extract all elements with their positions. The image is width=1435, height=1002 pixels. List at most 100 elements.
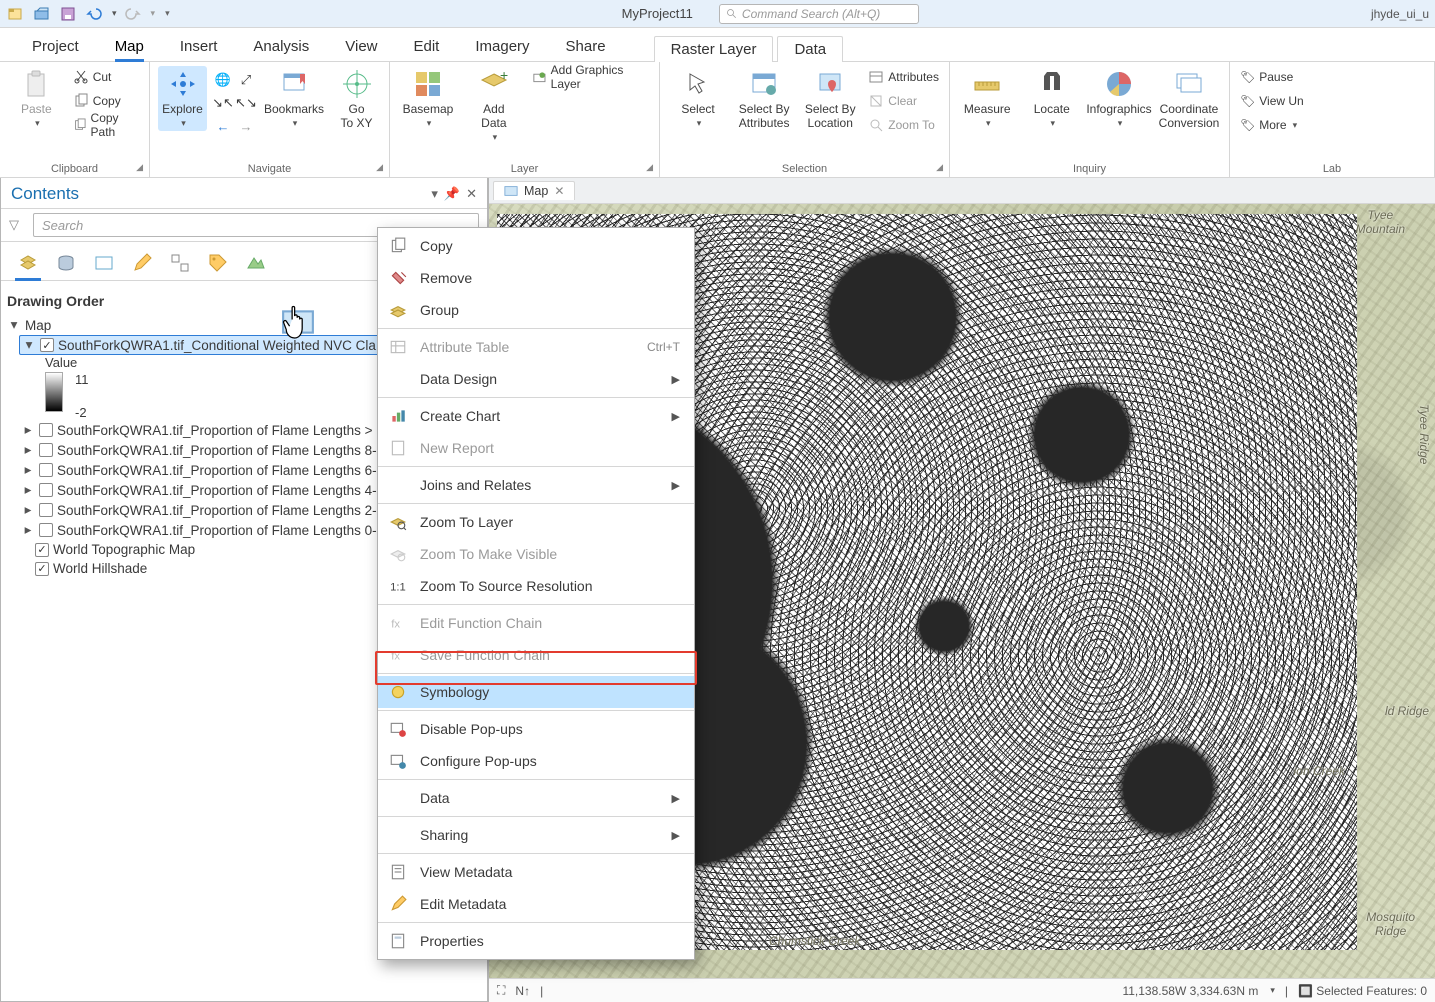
goto-xy-button[interactable]: Go To XY <box>332 66 381 132</box>
undo-dropdown[interactable]: ▾ <box>112 8 117 19</box>
tab-view[interactable]: View <box>327 32 395 61</box>
ctx-edit-metadata[interactable]: Edit Metadata <box>378 888 694 920</box>
list-editing-icon[interactable] <box>129 250 155 276</box>
copy-path-button[interactable]: Copy Path <box>71 114 141 136</box>
tab-project[interactable]: Project <box>14 32 97 61</box>
tab-insert[interactable]: Insert <box>162 32 236 61</box>
ctx-zoom-to-source-resolution[interactable]: 1:1Zoom To Source Resolution <box>378 570 694 602</box>
hand-cursor-icon <box>281 301 315 343</box>
ctx-zoom-to-make-visible: Zoom To Make Visible <box>378 538 694 570</box>
list-labeling-icon[interactable] <box>205 250 231 276</box>
ctx-sharing[interactable]: Sharing▶ <box>378 819 694 851</box>
layer-checkbox[interactable] <box>39 443 53 457</box>
list-drawing-order-icon[interactable] <box>15 250 41 276</box>
layer-checkbox[interactable] <box>40 338 54 352</box>
pin-icon[interactable]: 📌 <box>444 186 460 202</box>
command-search[interactable]: Command Search (Alt+Q) <box>719 4 919 24</box>
ctx-disable-pop-ups[interactable]: Disable Pop-ups <box>378 713 694 745</box>
layer-checkbox[interactable] <box>39 483 53 497</box>
tab-raster-layer[interactable]: Raster Layer <box>654 36 774 62</box>
locate-button[interactable]: Locate▾ <box>1023 66 1082 131</box>
tab-imagery[interactable]: Imagery <box>457 32 547 61</box>
zoom-out-icon[interactable]: ↖↘ <box>236 93 256 113</box>
view-unplaced-button[interactable]: 🏷 View Un <box>1238 90 1306 112</box>
ctx-joins-and-relates[interactable]: Joins and Relates▶ <box>378 469 694 501</box>
ctx-group[interactable]: Group <box>378 294 694 326</box>
select-by-attributes-button[interactable]: Select By Attributes <box>734 66 794 132</box>
ctx-remove[interactable]: Remove <box>378 262 694 294</box>
full-extent-icon[interactable]: 🌐 <box>213 70 233 90</box>
select-by-location-button[interactable]: Select By Location <box>800 66 860 132</box>
clear-button[interactable]: Clear <box>866 90 941 112</box>
layer-checkbox[interactable] <box>39 523 53 537</box>
label-ioncreek: ion Creek <box>1294 764 1345 778</box>
ctx-save-function-chain: fxSave Function Chain <box>378 639 694 671</box>
more-labeling-button[interactable]: 🏷 More▾ <box>1238 114 1306 136</box>
pause-labels-button[interactable]: 🏷 Pause <box>1238 66 1306 88</box>
user-label[interactable]: jhyde_ui_u <box>1371 7 1429 21</box>
tab-edit[interactable]: Edit <box>396 32 458 61</box>
measure-button[interactable]: Measure▾ <box>958 66 1017 131</box>
add-data-button[interactable]: + Add Data▾ <box>464 66 524 145</box>
zoom-to-button[interactable]: Zoom To <box>866 114 941 136</box>
zoom-in-icon[interactable]: ↘↖ <box>213 93 233 113</box>
list-selection-icon[interactable] <box>91 250 117 276</box>
redo-dropdown[interactable]: ▾ <box>151 8 156 19</box>
ctx-data-design[interactable]: Data Design▶ <box>378 363 694 395</box>
add-graphics-layer-button[interactable]: Add Graphics Layer <box>530 66 651 88</box>
label-tyee-mtn: Tyee Mountain <box>1356 208 1405 236</box>
open-project-icon[interactable] <box>32 4 52 24</box>
cut-button[interactable]: Cut <box>71 66 141 88</box>
close-pane-icon[interactable]: ✕ <box>466 186 477 202</box>
prev-extent-icon[interactable]: ← <box>213 116 233 136</box>
tab-share[interactable]: Share <box>548 32 624 61</box>
ctx-copy[interactable]: Copy <box>378 230 694 262</box>
layer-checkbox[interactable] <box>35 543 49 557</box>
select-button[interactable]: Select▾ <box>668 66 728 131</box>
close-map-tab-icon[interactable]: ✕ <box>554 184 564 198</box>
new-project-icon[interactable] <box>6 4 26 24</box>
layer-checkbox[interactable] <box>39 463 53 477</box>
infographics-button[interactable]: Infographics▾ <box>1087 66 1151 131</box>
tab-analysis[interactable]: Analysis <box>235 32 327 61</box>
map-tab[interactable]: Map ✕ <box>493 181 575 200</box>
constraint-icon[interactable]: ⛶ <box>497 983 505 998</box>
pane-options-icon[interactable]: ▾ <box>431 186 438 202</box>
command-search-placeholder: Command Search (Alt+Q) <box>742 7 880 21</box>
svg-text:+: + <box>500 68 508 83</box>
ctx-view-metadata[interactable]: View Metadata <box>378 856 694 888</box>
list-perspective-icon[interactable] <box>243 250 269 276</box>
save-icon[interactable] <box>58 4 78 24</box>
bookmarks-button[interactable]: Bookmarks▾ <box>262 66 326 131</box>
explore-button[interactable]: Explore▾ <box>158 66 207 131</box>
north-arrow-icon[interactable]: N↑ <box>515 984 530 998</box>
ctx-new-report: New Report <box>378 432 694 464</box>
undo-icon[interactable] <box>84 4 104 24</box>
layer-checkbox[interactable] <box>39 423 53 437</box>
qat-customize[interactable]: ▾ <box>165 8 170 19</box>
ctx-zoom-to-layer[interactable]: Zoom To Layer <box>378 506 694 538</box>
label-chumstick: Chumstick Creek <box>769 934 860 948</box>
ctx-data[interactable]: Data▶ <box>378 782 694 814</box>
list-data-source-icon[interactable] <box>53 250 79 276</box>
ctx-configure-pop-ups[interactable]: Configure Pop-ups <box>378 745 694 777</box>
paste-button[interactable]: Paste▾ <box>8 66 65 131</box>
basemap-button[interactable]: Basemap▾ <box>398 66 458 131</box>
copy-button[interactable]: Copy <box>71 90 141 112</box>
list-snapping-icon[interactable] <box>167 250 193 276</box>
tab-data[interactable]: Data <box>777 36 843 62</box>
color-ramp <box>45 372 63 412</box>
coord-conversion-button[interactable]: Coordinate Conversion <box>1157 66 1221 132</box>
redo-icon[interactable] <box>123 4 143 24</box>
layer-checkbox[interactable] <box>39 503 53 517</box>
ctx-properties[interactable]: Properties <box>378 925 694 957</box>
next-extent-icon[interactable]: → <box>236 116 256 136</box>
ramp-max: 11 <box>75 372 89 387</box>
ctx-symbology[interactable]: Symbology <box>378 676 694 708</box>
tab-map[interactable]: Map <box>97 32 162 61</box>
zoom-sel-icon[interactable]: ⤢ <box>236 70 256 90</box>
filter-icon[interactable]: ▽ <box>9 217 27 233</box>
attributes-button[interactable]: Attributes <box>866 66 941 88</box>
ctx-create-chart[interactable]: Create Chart▶ <box>378 400 694 432</box>
layer-checkbox[interactable] <box>35 562 49 576</box>
